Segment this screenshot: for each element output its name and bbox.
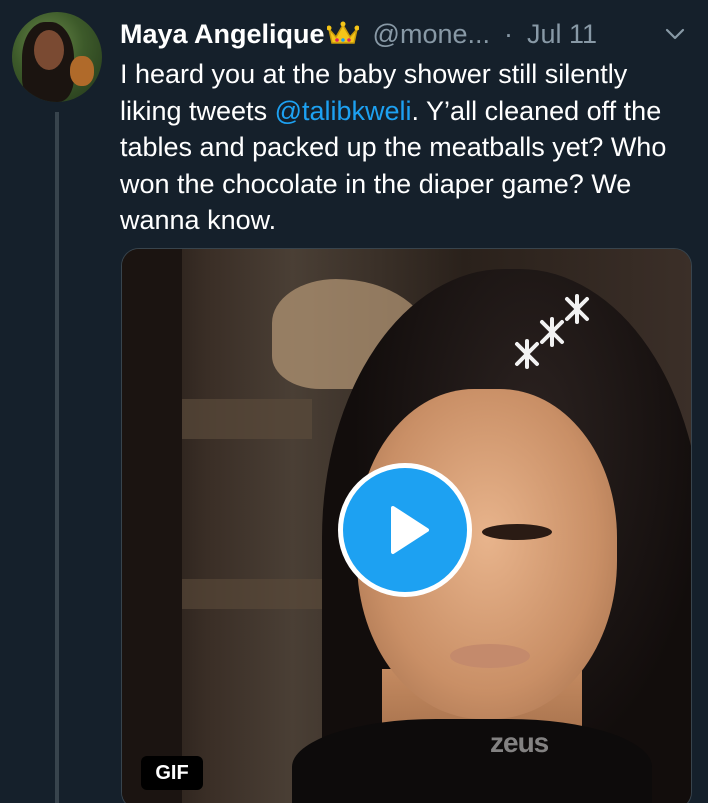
gif-badge: GIF: [141, 756, 203, 790]
avatar-dog: [70, 56, 94, 86]
tweet-date[interactable]: Jul 11: [527, 19, 597, 50]
chevron-down-icon[interactable]: [662, 21, 688, 47]
media-eye: [482, 524, 552, 540]
user-handle[interactable]: @mone...: [373, 19, 490, 50]
avatar-face: [34, 30, 64, 70]
tweet-header: Maya Angelique @mone... · Jul 11: [120, 14, 688, 54]
hair-clip-icon: [515, 294, 589, 369]
play-icon: [391, 506, 429, 554]
media-shelf: [122, 249, 182, 803]
media-lips: [450, 644, 530, 668]
media-shelf: [182, 579, 322, 609]
separator-dot: ·: [504, 18, 513, 49]
tweet-text: I heard you at the baby shower still sil…: [120, 56, 695, 239]
media-shelf: [182, 399, 312, 439]
crown-icon: [326, 21, 360, 47]
display-name[interactable]: Maya Angelique: [120, 19, 325, 50]
thread-line: [55, 112, 59, 803]
mention-link[interactable]: @talibkweli: [275, 96, 412, 126]
gif-media[interactable]: zeus GIF: [121, 248, 692, 803]
user-avatar[interactable]: [12, 12, 102, 102]
media-watermark: zeus: [490, 727, 549, 758]
play-button[interactable]: [338, 463, 472, 597]
media-top: [292, 719, 652, 803]
tweet[interactable]: Maya Angelique @mone... · Jul 11 I heard…: [0, 0, 708, 803]
